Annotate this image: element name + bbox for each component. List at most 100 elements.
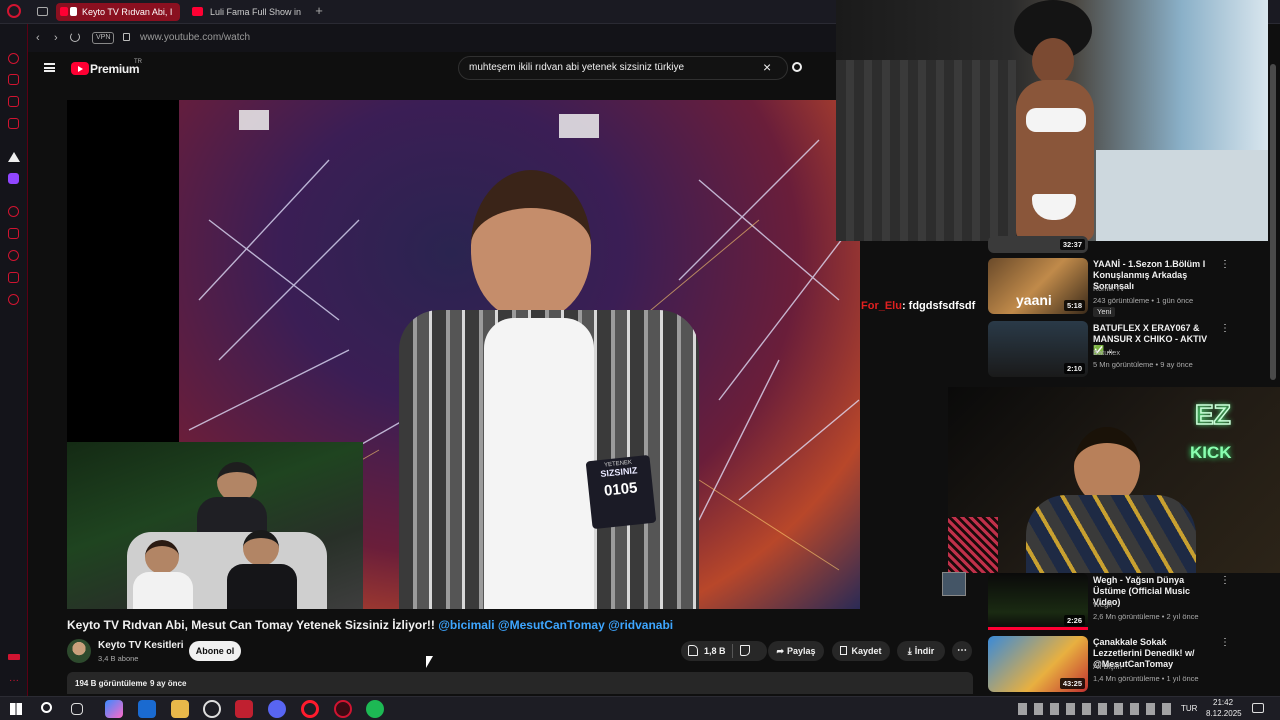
chat-text: : fdgdsfsdfsdf (901, 300, 976, 312)
rec-thumb-3[interactable]: 2:26 (988, 573, 1088, 629)
share-icon: ➦ (776, 646, 784, 656)
rec-thumb-2[interactable]: 2:10 (988, 321, 1088, 377)
rec-channel[interactable]: Komik Tv (1093, 284, 1124, 294)
clock-date[interactable]: 8.12.2025 (1206, 709, 1242, 718)
performer-figure (379, 170, 719, 609)
youtube-logo-text[interactable]: Premium (90, 62, 140, 76)
neon-sign-ez: EZ (1194, 398, 1231, 431)
like-count[interactable]: 1,8 B (704, 646, 726, 656)
rec-menu-icon[interactable]: ⋮ (1220, 575, 1230, 586)
view-count: 194 B görüntüleme (75, 679, 148, 688)
tab-label: Luli Fama Full Show in SLO (210, 7, 304, 17)
opera-logo-icon[interactable] (7, 4, 21, 18)
taskbar-app-icon[interactable] (203, 700, 221, 718)
spotify-icon[interactable] (366, 700, 384, 718)
download-icon: ⤓ (907, 646, 912, 656)
opera-gx-icon[interactable] (334, 700, 352, 718)
twitch-icon[interactable] (8, 173, 19, 184)
subscribe-button[interactable]: Abone ol (189, 641, 241, 661)
pip-streamer-overlay (67, 442, 363, 609)
save-label: Kaydet (851, 646, 882, 656)
dislike-icon[interactable] (740, 645, 750, 656)
task-view-icon[interactable] (71, 703, 83, 715)
search-input[interactable]: muhteşem ikili rıdvan abi yetenek sizsin… (469, 62, 684, 73)
browser-sidebar: ··· (0, 24, 28, 696)
save-button[interactable]: Kaydet (832, 641, 890, 661)
input-language[interactable]: TUR (1181, 704, 1197, 713)
sidebar-icon-2[interactable] (8, 74, 19, 85)
page-scrollbar[interactable] (1270, 64, 1276, 380)
download-button[interactable]: ⤓ İndir (897, 641, 945, 661)
video-title-links[interactable]: @bicimali @MesutCanTomay @ridvanabi (438, 618, 673, 632)
search-box[interactable]: muhteşem ikili rıdvan abi yetenek sizsin… (458, 56, 788, 80)
channel-name[interactable]: Keyto TV Kesitleri (98, 640, 184, 651)
contestant-number-badge: YETENEK SIZSINIZ 0105 (585, 454, 657, 530)
rec-meta: 2,6 Mn görüntüleme • 2 yıl önce (1093, 612, 1199, 621)
taskbar-app-icon[interactable] (235, 700, 253, 718)
share-label: Paylaş (787, 646, 816, 656)
video-player[interactable]: YETENEK SIZSINIZ 0105 (67, 100, 860, 609)
discord-icon[interactable] (268, 700, 286, 718)
subscriber-count: 3,4 B abone (98, 654, 139, 663)
url-text[interactable]: www.youtube.com/watch (140, 32, 250, 43)
rec-menu-icon[interactable]: ⋮ (1220, 637, 1230, 648)
forward-icon[interactable]: › (54, 32, 58, 44)
sidebar-icon-4[interactable] (8, 118, 19, 129)
like-icon[interactable] (688, 645, 698, 656)
mouse-cursor (426, 656, 433, 668)
sidebar-icon-8[interactable] (8, 228, 19, 239)
rec-menu-icon[interactable]: ⋮ (1220, 323, 1230, 334)
tab-label: Keyto TV Rıdvan Abi, I (82, 7, 173, 17)
channel-avatar[interactable] (67, 639, 91, 663)
rec-thumb-4[interactable]: 43:25 (988, 636, 1088, 692)
rec-channel[interactable]: Batuflex (1093, 348, 1120, 358)
badge-number: 0105 (603, 479, 639, 500)
tab-keyto[interactable]: Keyto TV Rıdvan Abi, I (56, 3, 180, 21)
sidebar-icon-5[interactable] (8, 152, 20, 162)
clock-time[interactable]: 21:42 (1213, 698, 1233, 707)
rec-thumb-1[interactable]: yaani 5:18 (988, 258, 1088, 314)
more-icon[interactable]: ··· (9, 676, 19, 686)
download-label: İndir (914, 646, 935, 656)
youtube-logo-country: TR (134, 59, 142, 65)
sidebar-icon-3[interactable] (8, 96, 19, 107)
rec-meta: 1,4 Mn görüntüleme • 1 yıl önce (1093, 674, 1199, 683)
new-tab-button[interactable]: + (312, 4, 326, 18)
outlook-icon[interactable] (138, 700, 156, 718)
search-icon[interactable] (792, 62, 802, 72)
sidebar-icon-10[interactable] (8, 272, 19, 283)
rec-thumb-text: yaani (1016, 292, 1052, 308)
tab-luli-fama[interactable]: Luli Fama Full Show in SLO (184, 3, 304, 21)
sidebar-icon-1[interactable] (8, 53, 19, 64)
reload-icon[interactable] (70, 32, 80, 42)
share-button[interactable]: ➦ Paylaş (768, 641, 824, 661)
taskbar-search-icon[interactable] (41, 702, 52, 713)
sidebar-icon-9[interactable] (8, 250, 19, 261)
file-explorer-icon[interactable] (171, 700, 189, 718)
sidebar-icon-7[interactable] (8, 206, 19, 217)
rec-menu-icon[interactable]: ⋮ (1220, 259, 1230, 270)
gx-icon[interactable] (8, 654, 20, 660)
vpn-badge[interactable]: VPN (92, 32, 115, 44)
copilot-icon[interactable] (105, 700, 123, 718)
opera-icon[interactable] (301, 700, 319, 718)
tab-overview-icon[interactable] (37, 7, 48, 16)
notification-icon[interactable] (1252, 703, 1264, 713)
menu-icon[interactable] (44, 63, 55, 72)
clear-search-icon[interactable]: × (763, 59, 771, 75)
bookmark-icon (840, 646, 848, 655)
rec-thumb-0[interactable]: 32:37 (988, 236, 1088, 253)
description-box[interactable]: 194 B görüntüleme 9 ay önce (67, 672, 973, 694)
rec-channel[interactable]: Wegh (1093, 600, 1112, 610)
start-icon[interactable] (10, 703, 22, 715)
settings-icon[interactable] (8, 294, 19, 305)
mini-thumbnail[interactable] (942, 572, 966, 596)
webcam-overlay: EZ KICK (948, 387, 1280, 573)
youtube-logo-icon[interactable] (71, 62, 89, 75)
neon-sign-kick: KICK (1190, 443, 1232, 462)
upload-age: 9 ay önce (150, 679, 187, 688)
back-icon[interactable]: ‹ (36, 32, 40, 44)
tray-icons[interactable] (1018, 703, 1173, 715)
more-actions-button[interactable]: ⋯ (952, 641, 972, 661)
rec-channel[interactable]: Ali Biçim (1093, 662, 1122, 672)
